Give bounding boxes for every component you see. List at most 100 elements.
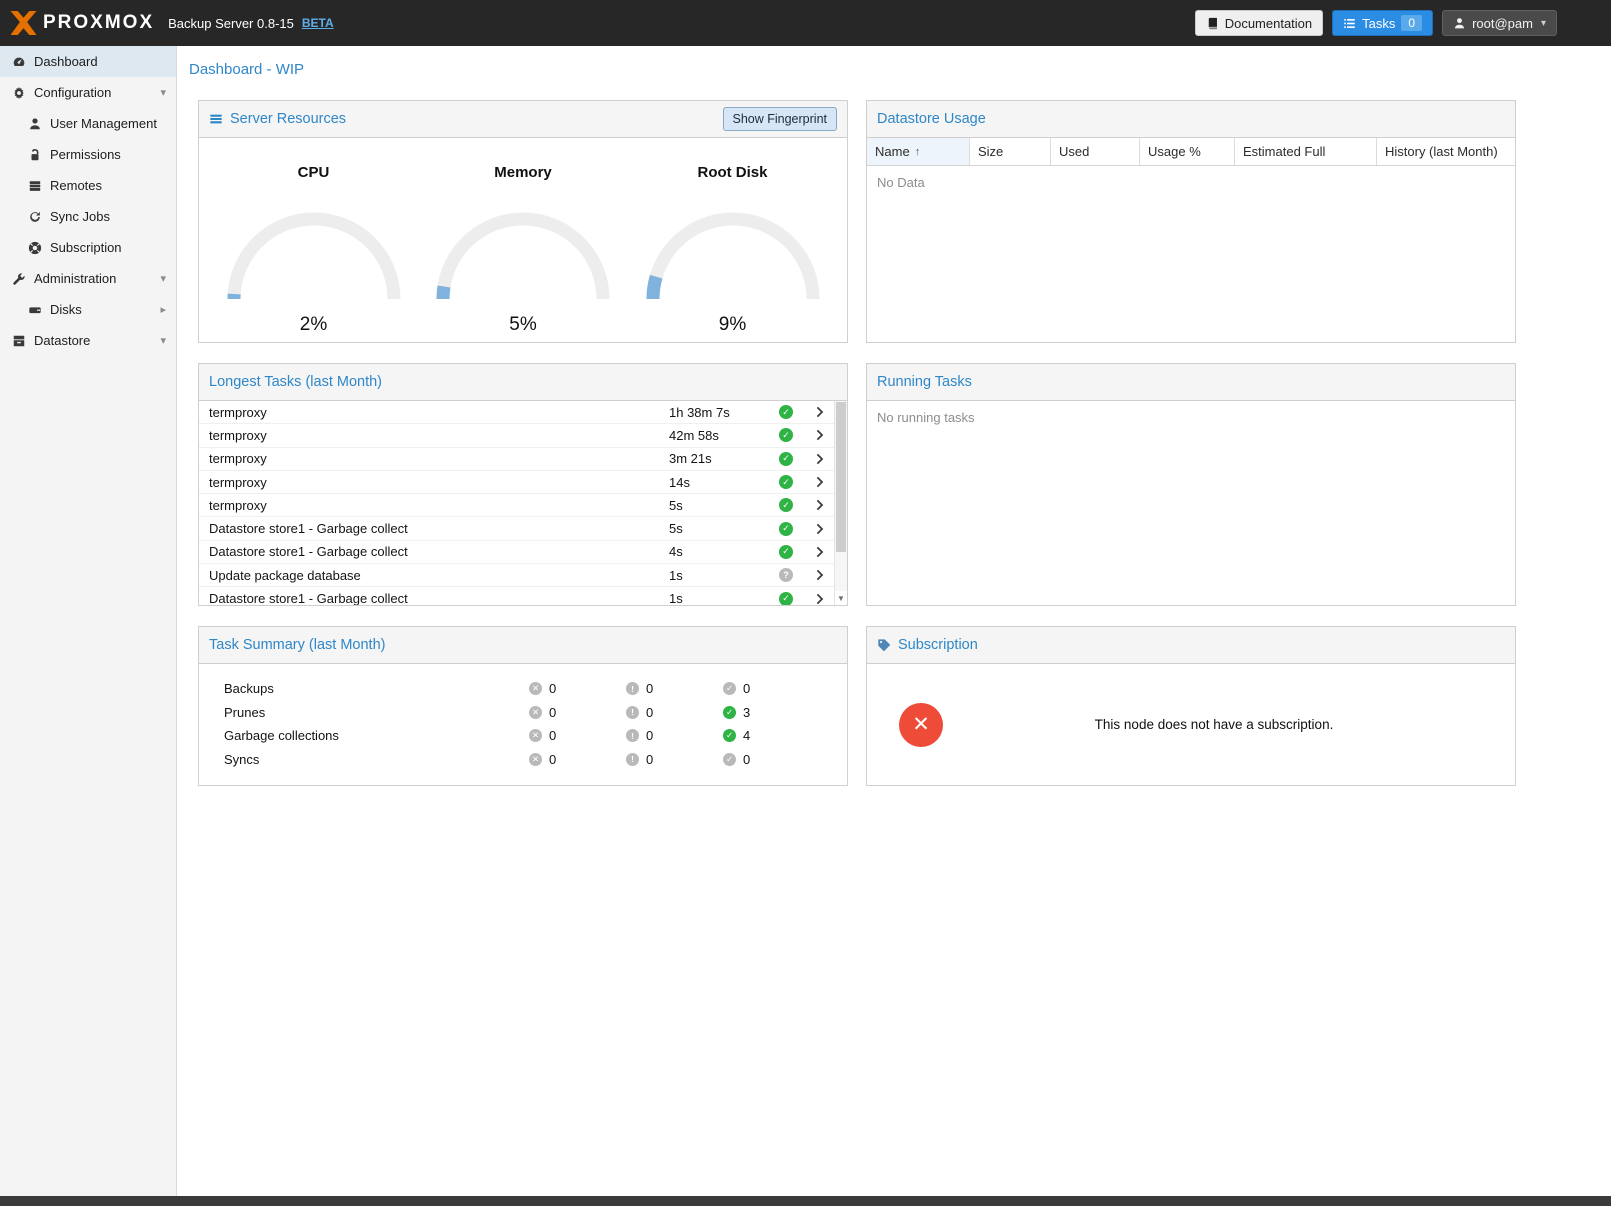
gauge-arc [428,199,618,304]
ok-icon: ✓ [723,682,736,695]
longest-tasks-panel: Longest Tasks (last Month) termproxy1h 3… [198,363,848,606]
sidebar-item-configuration[interactable]: Configuration ▾ [0,77,176,108]
open-task-chevron-icon[interactable] [805,593,834,605]
summary-error-cell[interactable]: ✕0 [529,705,626,720]
task-row[interactable]: Datastore store1 - Garbage collect4s✓ [199,541,834,564]
task-row[interactable]: Datastore store1 - Garbage collect1s✓ [199,587,834,605]
sidebar-item-disks[interactable]: Disks▸ [0,294,176,325]
summary-warning-cell[interactable]: !0 [626,705,723,720]
summary-error-cell[interactable]: ✕0 [529,728,626,743]
task-row[interactable]: Update package database1s? [199,564,834,587]
datastore-usage-header: Datastore Usage [867,101,1515,138]
scroll-down-icon[interactable]: ▼ [835,591,847,605]
column-header-used[interactable]: Used [1051,138,1140,165]
task-name: termproxy [209,451,669,466]
gauge-label: Memory [428,164,618,181]
ticket-icon [877,638,891,652]
task-duration: 1s [669,568,767,583]
server-resources-title: Server Resources [230,111,346,127]
sidebar-item-administration[interactable]: Administration▾ [0,263,176,294]
open-task-chevron-icon[interactable] [805,523,834,535]
sidebar-item-remotes[interactable]: Remotes [0,170,176,201]
gauge-value: 2% [219,314,409,336]
summary-warning-cell[interactable]: !0 [626,752,723,767]
summary-error-cell[interactable]: ✕0 [529,681,626,696]
open-task-chevron-icon[interactable] [805,406,834,418]
task-name: termproxy [209,498,669,513]
task-row[interactable]: termproxy5s✓ [199,494,834,517]
error-icon: ✕ [529,753,542,766]
summary-warning-cell[interactable]: !0 [626,681,723,696]
warning-count: 0 [646,681,653,696]
summary-warning-cell[interactable]: !0 [626,728,723,743]
open-task-chevron-icon[interactable] [805,453,834,465]
error-count: 0 [549,705,556,720]
show-fingerprint-button[interactable]: Show Fingerprint [723,107,838,131]
user-icon [28,117,42,131]
documentation-button[interactable]: Documentation [1195,10,1323,36]
open-task-chevron-icon[interactable] [805,476,834,488]
task-row[interactable]: termproxy42m 58s✓ [199,424,834,447]
summary-label: Syncs [199,752,529,767]
tasks-button[interactable]: Tasks 0 [1332,10,1433,36]
caret-down-icon[interactable]: ▾ [160,86,166,99]
bottom-bar [0,1196,1611,1206]
longest-tasks-body: termproxy1h 38m 7s✓termproxy42m 58s✓term… [199,401,847,605]
ok-count: 0 [743,681,750,696]
sidebar-item-dashboard[interactable]: Dashboard [0,46,176,77]
server-resources-panel: Server Resources Show Fingerprint CPU2% M… [198,100,848,343]
ok-icon: ✓ [723,753,736,766]
summary-ok-cell[interactable]: ✓4 [723,728,820,743]
task-row[interactable]: termproxy1h 38m 7s✓ [199,401,834,424]
status-ok-icon: ✓ [779,452,793,466]
open-task-chevron-icon[interactable] [805,546,834,558]
column-header-usage[interactable]: Usage % [1140,138,1235,165]
task-row[interactable]: termproxy3m 21s✓ [199,448,834,471]
task-name: Datastore store1 - Garbage collect [209,591,669,605]
sidebar-item-label: Remotes [50,178,102,193]
sidebar-item-label: Subscription [50,240,122,255]
status-ok-icon: ✓ [779,592,793,605]
vertical-scrollbar[interactable]: ▼ [834,401,847,605]
open-task-chevron-icon[interactable] [805,429,834,441]
datastore-usage-body: Name↑SizeUsedUsage %Estimated FullHistor… [867,138,1515,342]
open-task-chevron-icon[interactable] [805,569,834,581]
column-header-history-last-month[interactable]: History (last Month) [1377,138,1515,165]
content: Dashboard - WIP Server Resources Show Fi… [177,46,1611,1196]
summary-error-cell[interactable]: ✕0 [529,752,626,767]
datastore-usage-panel: Datastore Usage Name↑SizeUsedUsage %Esti… [866,100,1516,343]
caret-down-icon[interactable]: ▾ [160,272,166,285]
remotes-icon [28,179,42,193]
column-header-name[interactable]: Name↑ [867,138,970,165]
sidebar-item-sync-jobs[interactable]: Sync Jobs [0,201,176,232]
status-ok-icon: ✓ [779,522,793,536]
column-header-estimated-full[interactable]: Estimated Full [1235,138,1377,165]
documentation-label: Documentation [1225,16,1312,31]
ok-icon: ✓ [723,729,736,742]
summary-ok-cell[interactable]: ✓0 [723,681,820,696]
user-menu-button[interactable]: root@pam ▾ [1442,10,1557,36]
error-icon: ✕ [529,706,542,719]
sidebar-item-subscription[interactable]: Subscription [0,232,176,263]
open-task-chevron-icon[interactable] [805,499,834,511]
task-duration: 1h 38m 7s [669,405,767,420]
sidebar-item-datastore[interactable]: Datastore▾ [0,325,176,356]
summary-ok-cell[interactable]: ✓3 [723,705,820,720]
task-row[interactable]: Datastore store1 - Garbage collect5s✓ [199,517,834,540]
task-name: termproxy [209,475,669,490]
sidebar-item-label: Configuration [34,85,111,100]
summary-label: Backups [199,681,529,696]
scrollbar-thumb[interactable] [836,402,846,552]
sidebar-item-user-management[interactable]: User Management [0,108,176,139]
gauge-cpu: CPU2% [219,138,409,342]
sidebar-item-permissions[interactable]: Permissions [0,139,176,170]
sort-ascending-icon: ↑ [915,146,921,158]
task-row[interactable]: termproxy14s✓ [199,471,834,494]
column-header-size[interactable]: Size [970,138,1051,165]
caret-right-icon[interactable]: ▸ [160,303,166,316]
beta-link[interactable]: BETA [302,16,334,30]
gauge-arc [638,199,828,304]
summary-ok-cell[interactable]: ✓0 [723,752,820,767]
gears-icon [12,86,26,100]
caret-down-icon[interactable]: ▾ [160,334,166,347]
